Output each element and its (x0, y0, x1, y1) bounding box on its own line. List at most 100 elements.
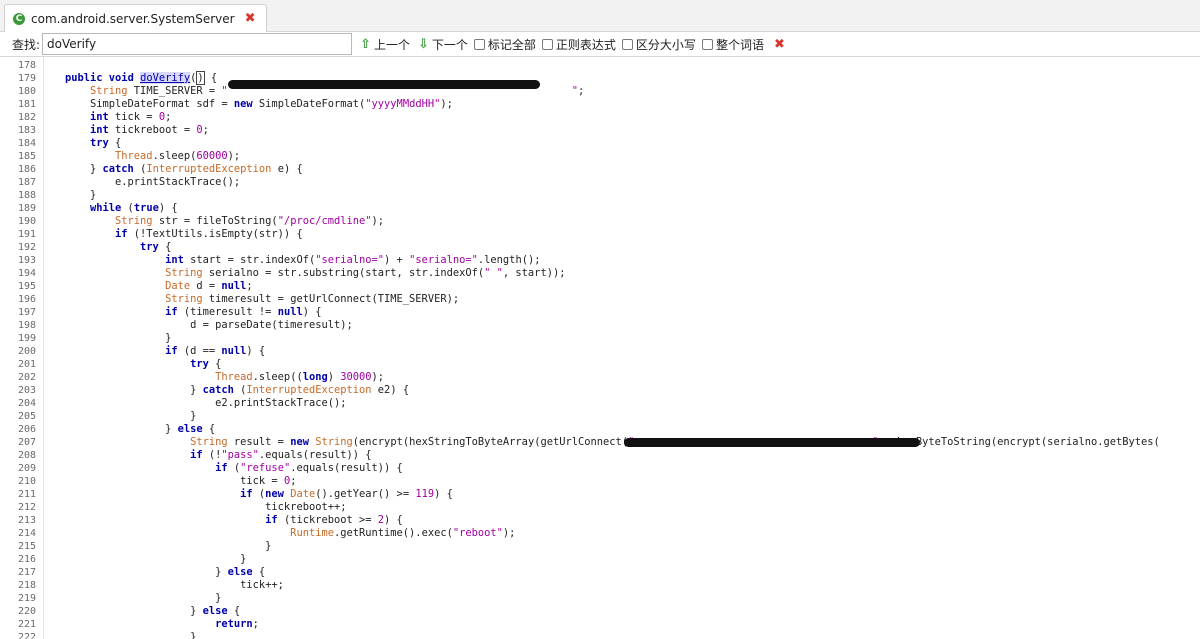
code-line: e.printStackTrace(); (90, 176, 240, 189)
code-token: tickreboot++; (90, 501, 347, 513)
code-line: } else { (90, 566, 265, 579)
code-token: { (165, 241, 172, 253)
code-line: } catch (InterruptedException e) { (90, 163, 303, 176)
code-line: if ("refuse".equals(result)) { (90, 462, 403, 475)
code-token: .length(); (477, 254, 541, 266)
whole-word-checkbox[interactable]: 整个词语 (701, 36, 764, 53)
code-token: ; (290, 475, 297, 487)
code-token: try (90, 358, 216, 370)
line-number-gutter: 178 179 180 181 182 183 184 185 186 187 188 189 190 1… (0, 57, 44, 639)
close-find-icon[interactable]: ✖ (774, 37, 785, 52)
code-token: if (90, 462, 234, 474)
code-token: ; (165, 111, 172, 123)
line-number: 195 (17, 281, 36, 292)
code-token: Thread (90, 150, 153, 162)
code-token: .sleep( (152, 150, 197, 162)
regex-checkbox[interactable]: 正则表达式 (541, 36, 616, 53)
code-token: serialno = str.substring(start, str.inde… (202, 267, 485, 279)
code-token: } (90, 332, 172, 344)
code-token: ); (502, 527, 516, 539)
line-number: 218 (17, 580, 36, 591)
code-line: return; (90, 618, 259, 631)
code-token: ) { (158, 202, 178, 214)
code-token: } (90, 189, 97, 201)
code-token: else (227, 566, 259, 578)
line-number: 191 (17, 229, 36, 240)
previous-button[interactable]: ⇧ 上一个 (360, 36, 410, 53)
line-number: 184 (17, 138, 36, 149)
close-tab-icon[interactable]: ✖ (245, 11, 256, 26)
code-line: } catch (InterruptedException e2) { (90, 384, 409, 397)
code-line: try { (90, 358, 221, 371)
line-number: 205 (17, 411, 36, 422)
line-number: 189 (17, 203, 36, 214)
code-token: "refuse" (240, 462, 291, 474)
code-token: if (90, 306, 184, 318)
tab-title: com.android.server.SystemServer (31, 11, 235, 26)
code-token: "serialno=" (315, 254, 385, 266)
code-token: if (90, 345, 184, 357)
checkbox-icon (621, 38, 633, 50)
code-line: } (90, 592, 221, 605)
match-case-label: 区分大小写 (635, 37, 696, 52)
line-number: 200 (17, 346, 36, 357)
line-number: 202 (17, 372, 36, 383)
code-token: new (233, 98, 259, 110)
find-label: 查找: (12, 37, 41, 52)
line-number: 199 (17, 333, 36, 344)
match-case-checkbox[interactable]: 区分大小写 (621, 36, 696, 53)
code-token: String (90, 436, 228, 448)
code-line: while (true) { (90, 202, 178, 215)
code-token: } (90, 423, 178, 435)
mark-all-checkbox[interactable]: 标记全部 (473, 36, 536, 53)
code-token: { (233, 605, 241, 617)
code-token: (tickreboot >= (283, 514, 378, 526)
code-area[interactable]: public void doVerify() {String TIME_SERV… (44, 57, 1200, 639)
code-token: ); (227, 150, 241, 162)
line-number: 212 (17, 502, 36, 513)
line-number: 213 (17, 515, 36, 526)
code-token: while (90, 202, 128, 214)
code-token: true (133, 202, 159, 214)
code-token: e) { (271, 163, 303, 175)
search-input[interactable] (42, 33, 353, 55)
code-line: } (90, 332, 171, 345)
code-line: if (new Date().getYear() >= 119) { (90, 488, 453, 501)
line-number: 186 (17, 164, 36, 175)
code-token: int (90, 124, 116, 136)
code-token: { (115, 137, 122, 149)
previous-label: 上一个 (373, 37, 410, 52)
code-token: ); (371, 371, 385, 383)
code-token: InterruptedException (146, 163, 272, 175)
line-number: 187 (17, 177, 36, 188)
code-token: new (265, 488, 291, 500)
code-token: ); (440, 98, 453, 110)
code-token: else (202, 605, 234, 617)
line-number: 179 (17, 73, 36, 84)
code-line: } else { (90, 423, 215, 436)
code-token: return (90, 618, 253, 630)
checkbox-icon (541, 38, 553, 50)
code-line: if (!TextUtils.isEmpty(str)) { (90, 228, 303, 241)
code-editor[interactable]: 178 179 180 181 182 183 184 185 186 187 188 189 190 1… (0, 56, 1200, 639)
line-number: 201 (17, 359, 36, 370)
code-token: public (65, 72, 109, 84)
code-token: } (90, 410, 197, 422)
arrow-up-icon: ⇧ (360, 36, 371, 52)
code-token: tick++; (90, 579, 284, 591)
tab-systemserver[interactable]: C com.android.server.SystemServer ✖ (4, 4, 267, 32)
redaction-mark (624, 438, 920, 447)
code-token: timeresult = getUrlConnect(TIME_SERVER); (202, 293, 460, 305)
line-number: 185 (17, 151, 36, 162)
code-token: ) (196, 71, 205, 85)
code-line: try { (90, 137, 121, 150)
next-button[interactable]: ⇩ 下一个 (418, 36, 468, 53)
code-token: if (90, 449, 209, 461)
code-line: if (timeresult != null) { (90, 306, 321, 319)
code-token: d = parseDate(timeresult); (90, 319, 353, 331)
code-token: catch (202, 384, 241, 396)
line-number: 183 (17, 125, 36, 136)
code-token: tickreboot = (115, 124, 197, 136)
code-token: "serialno=" (409, 254, 478, 266)
code-line: tickreboot++; (90, 501, 346, 514)
